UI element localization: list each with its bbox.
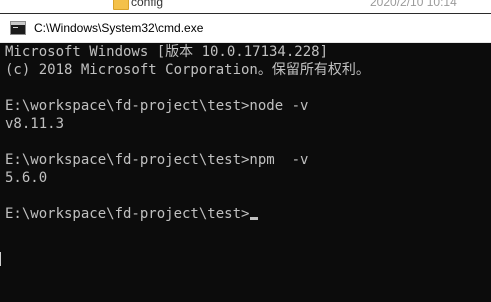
background-explorer-window: config 2020/2/10 10:14 (0, 0, 491, 14)
current-prompt: E:\workspace\fd-project\test> (5, 206, 250, 222)
console-line: 5.6.0 (5, 170, 48, 186)
folder-name[interactable]: config (131, 0, 163, 9)
folder-modified-date: 2020/2/10 10:14 (370, 0, 457, 9)
console-line: E:\workspace\fd-project\test>node -v (5, 98, 309, 114)
console-line: Microsoft Windows [版本 10.0.17134.228] (5, 44, 329, 60)
window-title: C:\Windows\System32\cmd.exe (34, 21, 204, 35)
text-cursor (250, 217, 259, 220)
folder-icon (113, 0, 129, 10)
cmd-window[interactable]: C:\Windows\System32\cmd.exe Microsoft Wi… (0, 14, 491, 302)
prompt-line[interactable]: E:\workspace\fd-project\test> (5, 205, 485, 223)
console-line: (c) 2018 Microsoft Corporation。保留所有权利。 (5, 62, 370, 78)
console-output[interactable]: Microsoft Windows [版本 10.0.17134.228] (c… (5, 43, 485, 302)
title-bar[interactable]: C:\Windows\System32\cmd.exe (0, 14, 491, 43)
console-line: v8.11.3 (5, 116, 65, 132)
edge-artifact (0, 252, 3, 266)
console-line: E:\workspace\fd-project\test>npm -v (5, 152, 309, 168)
cmd-app-icon[interactable] (10, 21, 26, 35)
